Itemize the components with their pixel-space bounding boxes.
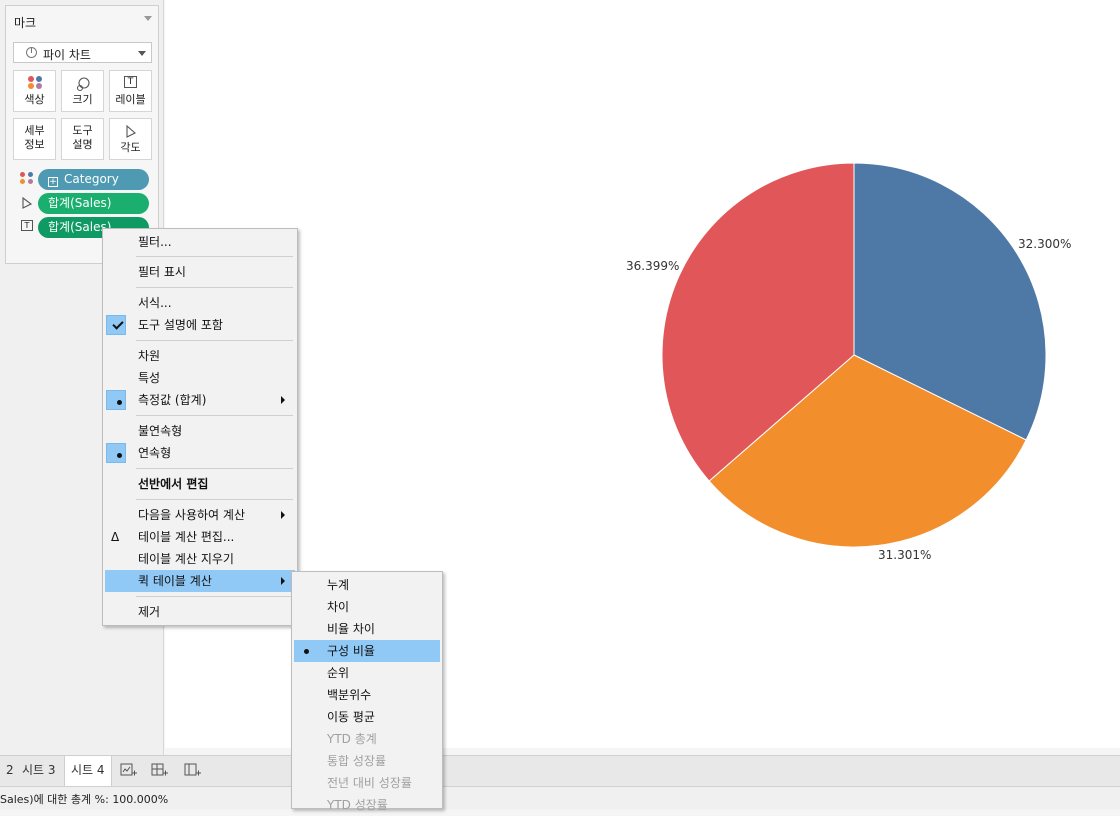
sales-angle-pill-label: 합계(Sales) — [48, 196, 112, 210]
menu-item-format[interactable]: 서식... — [105, 292, 295, 314]
submenu-item-yoy-growth: 전년 대비 성장률 — [327, 776, 412, 790]
quick-table-calc-submenu: 누계 차이 비율 차이 구성 비율 순위 백분위수 이동 평균 YTD 총계 통… — [291, 571, 443, 812]
category-pill[interactable]: + Category — [38, 169, 149, 190]
sales-angle-pill[interactable]: 합계(Sales) — [38, 193, 149, 214]
label-label: 레이블 — [115, 93, 146, 106]
submenu-item-percentile[interactable]: 백분위수 — [294, 684, 440, 706]
status-text: Sales)에 대한 총계 %: 100.000% — [0, 793, 169, 806]
submenu-item-running-total[interactable]: 누계 — [294, 574, 440, 596]
radio-cell — [106, 390, 126, 410]
tooltip-label-line2: 설명 — [72, 138, 93, 151]
menu-item-include-in-tooltip[interactable]: 도구 설명에 포함 — [105, 314, 295, 336]
detail-button[interactable]: 세부 정보 — [13, 118, 56, 160]
mark-type-dropdown[interactable]: 파이 차트 — [13, 42, 152, 63]
bullet-icon — [304, 649, 309, 654]
marks-card-title: 마크 — [14, 16, 37, 30]
slice-label-1: 32.300% — [1018, 237, 1072, 251]
angle-icon — [125, 124, 136, 138]
radio-cell — [106, 443, 126, 463]
collapse-icon[interactable] — [144, 16, 152, 21]
submenu-arrow-icon — [281, 396, 285, 404]
pill-row-category: + Category — [6, 169, 160, 190]
new-worksheet-icon[interactable] — [119, 762, 139, 780]
menu-item-discrete[interactable]: 불연속형 — [105, 420, 295, 442]
expand-plus-icon[interactable]: + — [48, 177, 58, 187]
sheet-tabs-bar: 2 시트 3 시트 4 — [0, 755, 1120, 786]
pill-row-angle: 합계(Sales) — [6, 193, 160, 214]
submenu-item-percent-difference[interactable]: 비율 차이 — [294, 618, 440, 640]
size-label: 크기 — [72, 93, 93, 106]
color-label: 색상 — [24, 93, 45, 106]
angle-button[interactable]: 각도 — [109, 118, 152, 160]
tooltip-label-line1: 도구 — [72, 124, 93, 137]
size-icon — [76, 77, 90, 92]
menu-separator — [136, 468, 293, 469]
text-icon: T — [20, 220, 34, 234]
submenu-item-ytd-growth: YTD 성장률 — [327, 798, 388, 812]
menu-separator — [136, 340, 293, 341]
new-story-icon[interactable] — [183, 762, 203, 780]
check-icon — [112, 318, 124, 330]
tab-sheet-3[interactable]: 시트 3 — [16, 756, 62, 786]
new-dashboard-icon[interactable] — [150, 762, 170, 780]
angle-icon — [22, 196, 33, 209]
menu-item-filter[interactable]: 필터... — [105, 231, 295, 253]
menu-item-measure-sum[interactable]: 측정값 (합계) — [105, 389, 295, 411]
color-dots-icon — [27, 76, 43, 90]
menu-item-edit-in-shelf[interactable]: 선반에서 편집 — [105, 473, 295, 495]
menu-item-continuous[interactable]: 연속형 — [105, 442, 295, 464]
menu-item-show-filter[interactable]: 필터 표시 — [105, 261, 295, 283]
status-bar: Sales)에 대한 총계 %: 100.000% — [0, 786, 1120, 809]
menu-separator — [136, 287, 293, 288]
bullet-icon — [117, 453, 122, 458]
detail-label-line1: 세부 — [24, 124, 45, 137]
label-button[interactable]: T 레이블 — [109, 70, 152, 112]
submenu-item-percent-of-total[interactable]: 구성 비율 — [294, 640, 440, 662]
menu-item-attribute[interactable]: 특성 — [105, 367, 295, 389]
category-pill-label: Category — [64, 172, 119, 186]
submenu-item-moving-average[interactable]: 이동 평균 — [294, 706, 440, 728]
size-button[interactable]: 크기 — [61, 70, 104, 112]
color-button[interactable]: 색상 — [13, 70, 56, 112]
check-cell — [106, 315, 126, 335]
menu-item-quick-table-calc[interactable]: 퀵 테이블 계산 — [105, 570, 295, 592]
slice-label-2: 31.301% — [878, 548, 932, 562]
menu-item-compute-using[interactable]: 다음을 사용하여 계산 — [105, 504, 295, 526]
slice-label-3: 36.399% — [626, 259, 680, 273]
text-icon: T — [124, 76, 137, 88]
pill-context-menu: 필터... 필터 표시 서식... 도구 설명에 포함 차원 특성 측정값 (합… — [102, 228, 298, 626]
pie-icon — [26, 47, 37, 58]
menu-item-clear-table-calc[interactable]: 테이블 계산 지우기 — [105, 548, 295, 570]
submenu-arrow-icon — [281, 511, 285, 519]
tab-sheet-4[interactable]: 시트 4 — [64, 756, 112, 786]
menu-item-remove[interactable]: 제거 — [105, 601, 295, 623]
submenu-arrow-icon — [281, 577, 285, 585]
menu-separator — [136, 256, 293, 257]
submenu-item-rank[interactable]: 순위 — [294, 662, 440, 684]
menu-separator — [136, 499, 293, 500]
submenu-item-difference[interactable]: 차이 — [294, 596, 440, 618]
mark-type-label: 파이 차트 — [43, 48, 91, 62]
submenu-item-ytd-total: YTD 총계 — [327, 732, 377, 746]
menu-separator — [136, 596, 293, 597]
menu-item-edit-table-calc[interactable]: Δ 테이블 계산 편집... — [105, 526, 295, 548]
submenu-item-compound-growth: 통합 성장률 — [327, 754, 387, 768]
marks-card: 마크 파이 차트 색상 크기 T 레이블 세부 정보 도구 설명 각도 + Ca… — [5, 5, 159, 264]
detail-label-line2: 정보 — [24, 138, 45, 151]
menu-separator — [136, 415, 293, 416]
angle-label: 각도 — [120, 141, 141, 154]
menu-item-dimension[interactable]: 차원 — [105, 345, 295, 367]
tooltip-button[interactable]: 도구 설명 — [61, 118, 104, 160]
chevron-down-icon — [138, 51, 146, 56]
color-dots-icon — [20, 172, 34, 186]
delta-icon: Δ — [111, 530, 120, 544]
bullet-icon — [117, 400, 122, 405]
